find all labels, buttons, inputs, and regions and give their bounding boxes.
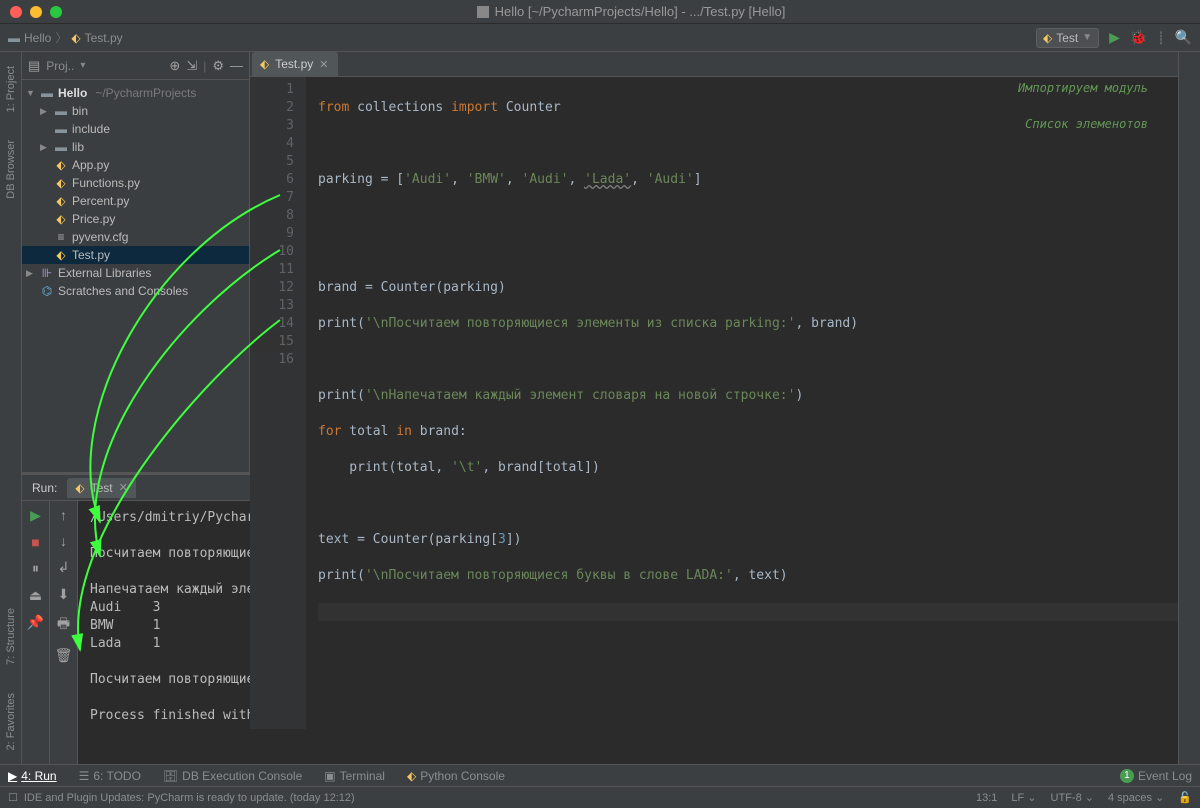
breadcrumb-sep: 〉 <box>55 29 67 46</box>
code-annotation-1: Импортируем модуль <box>1018 79 1148 97</box>
tree-external-libraries[interactable]: ▶⊪External Libraries <box>22 264 249 282</box>
exit-icon[interactable]: ⏏ <box>29 587 42 604</box>
pin-icon[interactable]: 📌 <box>27 614 44 631</box>
run-panel-title: Run: <box>32 481 57 495</box>
editor-area: ⬖ Test.py ✕ 12345678910111213141516 from… <box>250 52 1178 472</box>
tree-folder-bin[interactable]: ▶▬bin <box>22 102 249 120</box>
tree-file-percent[interactable]: ⬖Percent.py <box>22 192 249 210</box>
stop-icon[interactable]: ■ <box>31 534 39 550</box>
tool-terminal[interactable]: ▣Terminal <box>324 769 385 783</box>
breadcrumb-file[interactable]: Test.py <box>85 31 123 45</box>
db-icon: 🗄 <box>163 769 178 783</box>
hide-icon[interactable]: — <box>230 58 243 73</box>
tree-file-price[interactable]: ⬖Price.py <box>22 210 249 228</box>
run-left-toolbar-1: ▶ ■ ⏸ ⏏ 📌 <box>22 501 50 764</box>
window-controls <box>0 6 62 18</box>
structure-tool-tab[interactable]: 7: Structure <box>5 604 17 669</box>
code-annotation-2: Список элеменотов <box>1025 115 1148 133</box>
list-icon: ☰ <box>79 769 90 783</box>
code-editor[interactable]: 12345678910111213141516 from collections… <box>250 77 1178 729</box>
export-icon[interactable]: ⬇ <box>58 586 70 603</box>
python-icon: ⬖ <box>75 481 84 495</box>
rerun-icon[interactable]: ▶ <box>30 507 41 524</box>
locate-icon[interactable]: ⊕ <box>169 58 180 74</box>
status-caret-pos[interactable]: 13:1 <box>976 792 997 804</box>
project-panel: ▤ Proj..▾ ⊕ ⇲ | ⚙ — ▼▬Hello~/PycharmProj… <box>22 52 250 472</box>
play-icon: ▶ <box>8 769 17 783</box>
run-config-selector[interactable]: ⬖ Test ▼ <box>1036 28 1099 48</box>
breadcrumb-project[interactable]: Hello <box>24 31 51 45</box>
tree-scratches[interactable]: ⌬Scratches and Consoles <box>22 282 249 300</box>
status-indent[interactable]: 4 spaces ⌄ <box>1108 791 1164 804</box>
favorites-tool-tab[interactable]: 2: Favorites <box>5 689 17 754</box>
up-icon[interactable]: ↑ <box>60 507 67 523</box>
run-tab-test[interactable]: ⬖ Test ✕ <box>67 478 135 498</box>
project-panel-header: ▤ Proj..▾ ⊕ ⇲ | ⚙ — <box>22 52 249 80</box>
close-tab-icon[interactable]: ✕ <box>119 481 128 494</box>
status-encoding[interactable]: UTF-8 ⌄ <box>1051 791 1094 804</box>
terminal-icon: ▣ <box>324 769 335 783</box>
tool-event-log[interactable]: 1Event Log <box>1120 769 1192 783</box>
tool-run[interactable]: ▶4: Run <box>8 769 57 783</box>
tool-todo[interactable]: ☰6: TODO <box>79 769 141 783</box>
editor-tab-test[interactable]: ⬖ Test.py ✕ <box>252 52 338 76</box>
python-icon: ⬖ <box>1043 31 1052 45</box>
status-message[interactable]: IDE and Plugin Updates: PyCharm is ready… <box>24 792 355 804</box>
project-tree[interactable]: ▼▬Hello~/PycharmProjects ▶▬bin ▬include … <box>22 80 249 304</box>
left-tool-rail: 1: Project DB Browser 7: Structure 2: Fa… <box>0 52 22 764</box>
print-icon[interactable]: 🖶 <box>57 613 70 637</box>
status-lock-icon[interactable]: 🔓 <box>1178 791 1192 804</box>
maximize-window-icon[interactable] <box>50 6 62 18</box>
run-button[interactable]: ▶ <box>1109 29 1120 46</box>
db-browser-tool-tab[interactable]: DB Browser <box>5 136 17 203</box>
pause-icon[interactable]: ⏸ <box>32 560 39 577</box>
tree-file-pyvenv[interactable]: ≡pyvenv.cfg <box>22 228 249 246</box>
divider: ┊ <box>1157 31 1164 45</box>
file-icon <box>477 6 489 18</box>
notification-badge: 1 <box>1120 769 1134 783</box>
close-tab-icon[interactable]: ✕ <box>319 58 328 71</box>
navigation-bar: ▬ Hello 〉 ⬖ Test.py ⬖ Test ▼ ▶ 🐞 ┊ 🔍 <box>0 24 1200 52</box>
chevron-down-icon: ▼ <box>1082 32 1092 43</box>
close-window-icon[interactable] <box>10 6 22 18</box>
window-title: Hello [~/PycharmProjects/Hello] - .../Te… <box>62 4 1200 19</box>
tree-folder-include[interactable]: ▬include <box>22 120 249 138</box>
project-panel-title[interactable]: Proj.. <box>46 59 74 73</box>
tree-file-functions[interactable]: ⬖Functions.py <box>22 174 249 192</box>
bottom-tool-strip: ▶4: Run ☰6: TODO 🗄DB Execution Console ▣… <box>0 764 1200 786</box>
right-tool-rail <box>1178 52 1200 764</box>
debug-button[interactable]: 🐞 <box>1130 29 1147 46</box>
editor-tabs: ⬖ Test.py ✕ <box>250 52 1178 77</box>
run-left-toolbar-2: ↑ ↓ ↲ ⬇ 🖶 🗑 <box>50 501 78 764</box>
minimize-window-icon[interactable] <box>30 6 42 18</box>
python-icon: ⬖ <box>407 769 416 783</box>
chevron-down-icon[interactable]: ▾ <box>80 60 85 71</box>
code-content[interactable]: from collections import Counter parking … <box>306 77 1178 729</box>
status-230424[interactable]: LF ⌄ <box>1011 791 1036 804</box>
titlebar: Hello [~/PycharmProjects/Hello] - .../Te… <box>0 0 1200 24</box>
search-button[interactable]: 🔍 <box>1175 29 1192 46</box>
project-view-icon[interactable]: ▤ <box>28 58 40 74</box>
gear-icon[interactable]: ⚙ <box>212 58 224 74</box>
breadcrumb[interactable]: ▬ Hello 〉 ⬖ Test.py <box>8 29 123 46</box>
tree-file-app[interactable]: ⬖App.py <box>22 156 249 174</box>
down-icon[interactable]: ↓ <box>60 533 67 549</box>
python-file-icon: ⬖ <box>71 31 80 45</box>
tree-root[interactable]: ▼▬Hello~/PycharmProjects <box>22 84 249 102</box>
python-file-icon: ⬖ <box>260 57 269 71</box>
folder-icon: ▬ <box>8 31 20 45</box>
status-bar: ☐ IDE and Plugin Updates: PyCharm is rea… <box>0 786 1200 808</box>
tree-file-test[interactable]: ⬖Test.py <box>22 246 249 264</box>
trash-icon[interactable]: 🗑 <box>55 647 73 664</box>
tool-db-console[interactable]: 🗄DB Execution Console <box>163 769 302 783</box>
tree-folder-lib[interactable]: ▶▬lib <box>22 138 249 156</box>
status-icon[interactable]: ☐ <box>8 791 18 804</box>
collapse-icon[interactable]: ⇲ <box>186 58 197 74</box>
soft-wrap-icon[interactable]: ↲ <box>58 559 70 576</box>
editor-gutter: 12345678910111213141516 <box>250 77 306 729</box>
tool-python-console[interactable]: ⬖Python Console <box>407 769 505 783</box>
project-tool-tab[interactable]: 1: Project <box>5 62 17 116</box>
